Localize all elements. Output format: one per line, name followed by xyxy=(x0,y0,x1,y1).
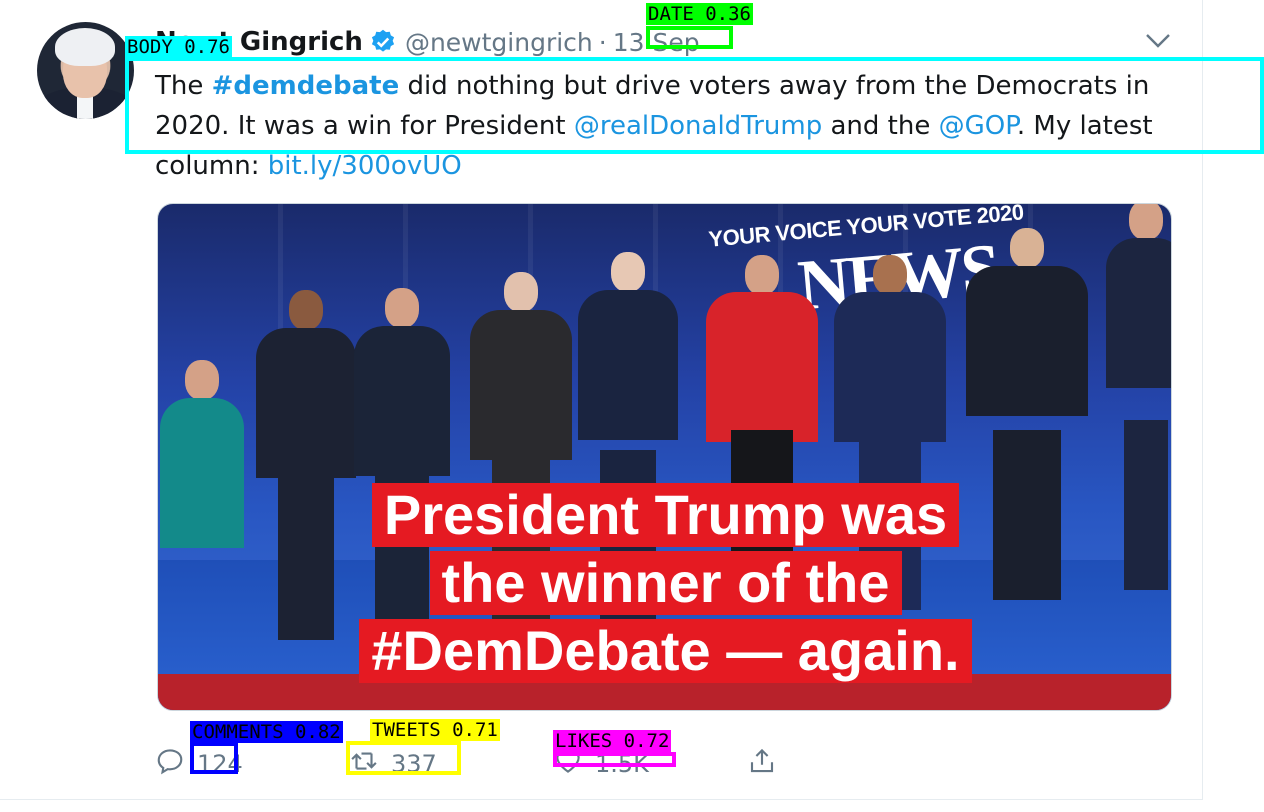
detection-box-date xyxy=(646,26,733,49)
media-caption: President Trump was the winner of the #D… xyxy=(158,481,1171,685)
caption-line: #DemDebate — again. xyxy=(359,619,972,683)
tweet-media-image[interactable]: YOUR VOICE YOUR VOTE 2020 NEWS President… xyxy=(157,203,1172,711)
detection-box-body xyxy=(125,57,1264,154)
url-link[interactable]: bit.ly/300ovUO xyxy=(268,151,462,181)
detection-box-comments xyxy=(190,742,238,774)
chevron-down-icon[interactable] xyxy=(1145,32,1171,50)
tweet-actions: 124 337 1.5K xyxy=(155,744,795,784)
detection-box-tweets xyxy=(346,741,461,775)
reply-icon xyxy=(155,746,185,782)
share-button[interactable] xyxy=(747,744,777,784)
caption-line: President Trump was xyxy=(371,483,960,547)
separator-dot: · xyxy=(598,27,607,57)
detection-label-body: BODY 0.76 xyxy=(125,36,232,58)
detection-label-comments: COMMENTS 0.82 xyxy=(190,721,343,743)
detection-label-likes: LIKES 0.72 xyxy=(553,730,672,752)
detection-box-likes xyxy=(553,752,676,767)
verified-badge-icon xyxy=(369,28,397,56)
caption-line: the winner of the xyxy=(429,551,902,615)
detection-label-tweets: TWEETS 0.71 xyxy=(370,719,500,741)
tweet-header: Newt Gingrich @newtgingrich · 13 Sep xyxy=(155,24,700,60)
detection-label-date: DATE 0.36 xyxy=(646,3,753,25)
avatar[interactable] xyxy=(37,22,134,119)
share-icon xyxy=(747,746,777,782)
author-handle[interactable]: @newtgingrich xyxy=(405,28,593,57)
